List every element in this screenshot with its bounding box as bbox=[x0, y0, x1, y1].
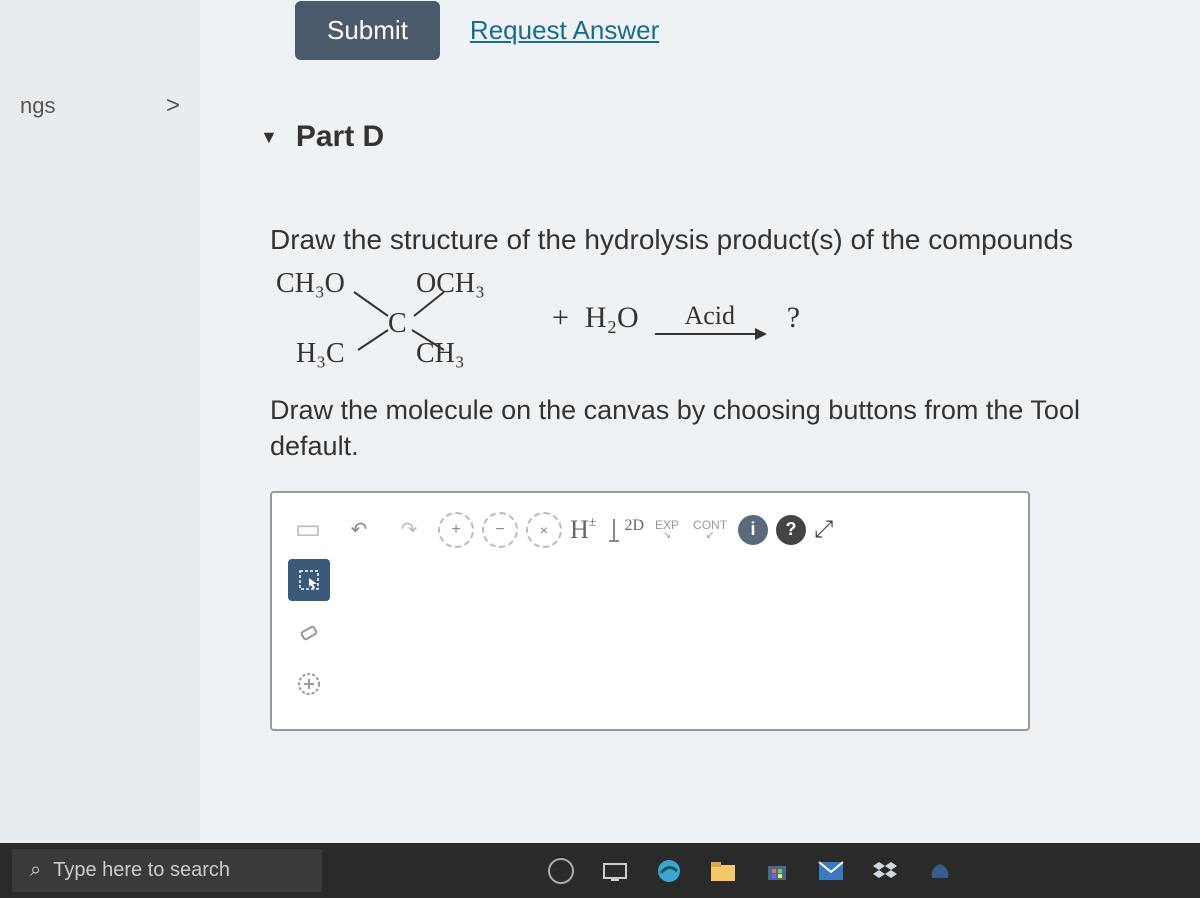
water-molecule: H₂O bbox=[585, 301, 639, 335]
edge-icon[interactable] bbox=[646, 848, 692, 894]
dropbox-icon[interactable] bbox=[862, 848, 908, 894]
chevron-right-icon: > bbox=[166, 92, 180, 120]
drawing-canvas-container: ▭ ↶ ↷ + − × H± 2D bbox=[270, 491, 1030, 731]
reaction-arrow: Acid bbox=[655, 301, 765, 335]
canvas-instruction: Draw the molecule on the canvas by choos… bbox=[270, 392, 1170, 465]
taskbar-search[interactable]: ⌕ Type here to search bbox=[12, 849, 322, 892]
request-answer-link[interactable]: Request Answer bbox=[470, 15, 659, 46]
windows-taskbar: ⌕ Type here to search bbox=[0, 843, 1200, 898]
content-area: Submit Request Answer ▼ Part D Draw the … bbox=[200, 0, 1200, 898]
new-document-icon[interactable]: ▭ bbox=[288, 509, 328, 549]
hydrogen-tool[interactable]: H± bbox=[570, 515, 596, 545]
twod-tool[interactable]: 2D bbox=[604, 517, 644, 543]
canvas-toolbar-top: ↶ ↷ + − × H± 2D EXP bbox=[338, 509, 1008, 551]
substituent-h3c: H₃C bbox=[296, 338, 345, 370]
plus-sign: + bbox=[552, 301, 569, 335]
redo-button[interactable]: ↷ bbox=[388, 509, 430, 551]
submit-button[interactable]: Submit bbox=[295, 1, 440, 60]
center-carbon: C bbox=[388, 308, 407, 340]
product-placeholder: ? bbox=[787, 301, 800, 335]
store-icon[interactable] bbox=[754, 848, 800, 894]
search-icon: ⌕ bbox=[30, 859, 41, 882]
sidebar-item-ngs[interactable]: ngs > bbox=[0, 80, 200, 132]
app-icon[interactable] bbox=[916, 848, 962, 894]
substituent-och3: OCH₃ bbox=[416, 268, 485, 300]
mail-icon[interactable] bbox=[808, 848, 854, 894]
cortana-icon[interactable] bbox=[538, 848, 584, 894]
arrow-condition-label: Acid bbox=[684, 301, 735, 331]
question-prompt: Draw the structure of the hydrolysis pro… bbox=[270, 224, 1170, 256]
zoom-out-button[interactable]: − bbox=[482, 512, 518, 548]
part-title: Part D bbox=[296, 120, 384, 154]
substituent-ch3o: CH₃O bbox=[276, 268, 345, 300]
sidebar: ngs > bbox=[0, 0, 200, 898]
substituent-ch3: CH₃ bbox=[416, 338, 465, 370]
add-atom-tool[interactable] bbox=[288, 663, 330, 705]
reactant-structure: CH₃O OCH₃ C H₃C CH₃ bbox=[276, 268, 536, 368]
canvas-toolbar-left bbox=[288, 559, 330, 705]
eraser-tool[interactable] bbox=[288, 611, 330, 653]
info-icon[interactable]: i bbox=[738, 515, 768, 545]
help-icon[interactable]: ? bbox=[776, 515, 806, 545]
best-fit-button[interactable]: × bbox=[526, 512, 562, 548]
task-view-icon[interactable] bbox=[592, 848, 638, 894]
zoom-in-button[interactable]: + bbox=[438, 512, 474, 548]
undo-button[interactable]: ↶ bbox=[338, 509, 380, 551]
file-explorer-icon[interactable] bbox=[700, 848, 746, 894]
chemical-equation: CH₃O OCH₃ C H₃C CH₃ + H₂O Acid bbox=[276, 268, 1170, 368]
select-tool[interactable] bbox=[288, 559, 330, 601]
part-collapse-toggle[interactable]: ▼ bbox=[260, 127, 278, 148]
search-placeholder: Type here to search bbox=[53, 859, 230, 882]
sidebar-item-label: ngs bbox=[20, 93, 55, 119]
expand-icon[interactable]: ⤢ bbox=[814, 516, 833, 544]
